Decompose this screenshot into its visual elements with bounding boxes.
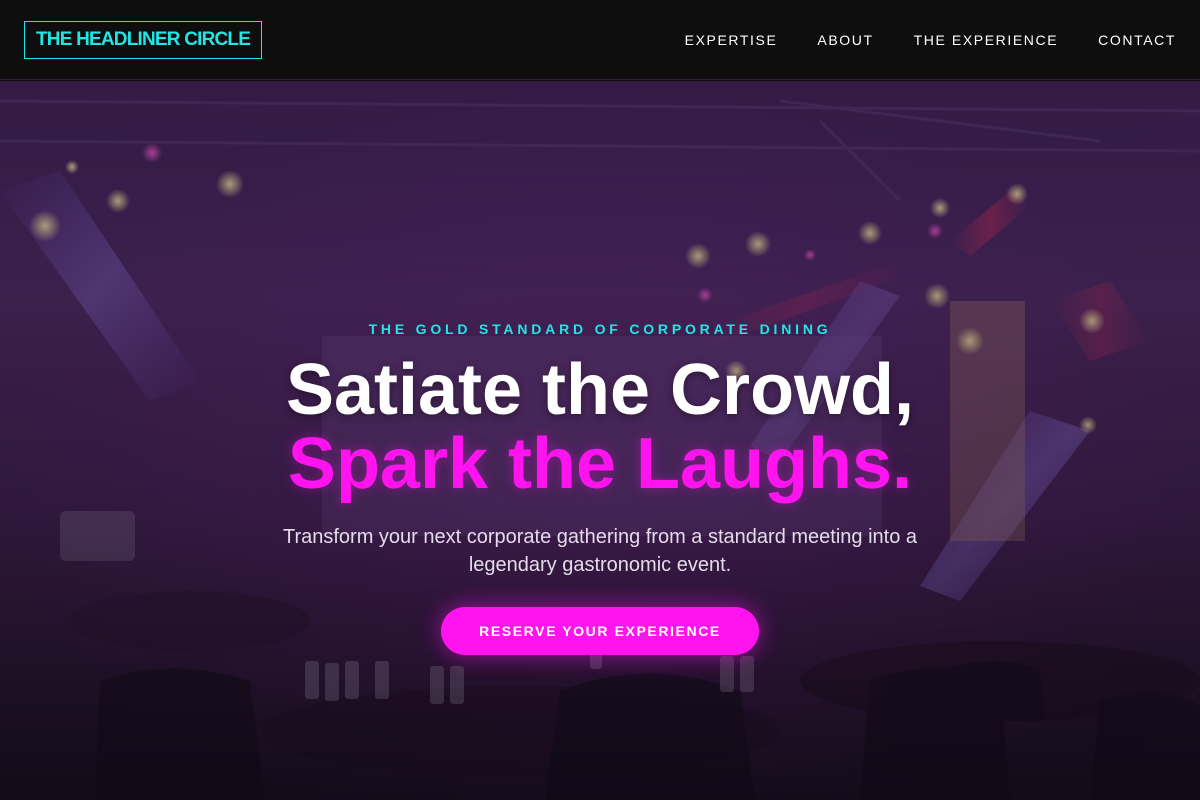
reserve-experience-button[interactable]: RESERVE YOUR EXPERIENCE	[441, 607, 759, 655]
headline-line-2: Spark the Laughs.	[287, 424, 913, 504]
hero-subtext: Transform your next corporate gathering …	[282, 526, 918, 576]
nav-link-about[interactable]: ABOUT	[817, 32, 873, 48]
nav-link-expertise[interactable]: EXPERTISE	[685, 32, 778, 48]
site-logo[interactable]: THE HEADLINER CIRCLE	[24, 20, 263, 59]
headline-line-1: Satiate the Crowd,	[285, 350, 915, 430]
nav-link-the-experience[interactable]: THE EXPERIENCE	[914, 32, 1059, 48]
hero-content: THE GOLD STANDARD OF CORPORATE DINING Sa…	[0, 81, 1200, 800]
main-nav: EXPERTISE ABOUT THE EXPERIENCE CONTACT	[685, 32, 1176, 48]
nav-link-contact[interactable]: CONTACT	[1098, 32, 1176, 48]
hero-section: THE GOLD STANDARD OF CORPORATE DINING Sa…	[0, 81, 1200, 800]
top-navigation-bar: THE HEADLINER CIRCLE EXPERTISE ABOUT THE…	[0, 0, 1200, 80]
hero-eyebrow: THE GOLD STANDARD OF CORPORATE DINING	[368, 321, 832, 337]
hero-headline: Satiate the Crowd, Spark the Laughs.	[0, 353, 1200, 501]
